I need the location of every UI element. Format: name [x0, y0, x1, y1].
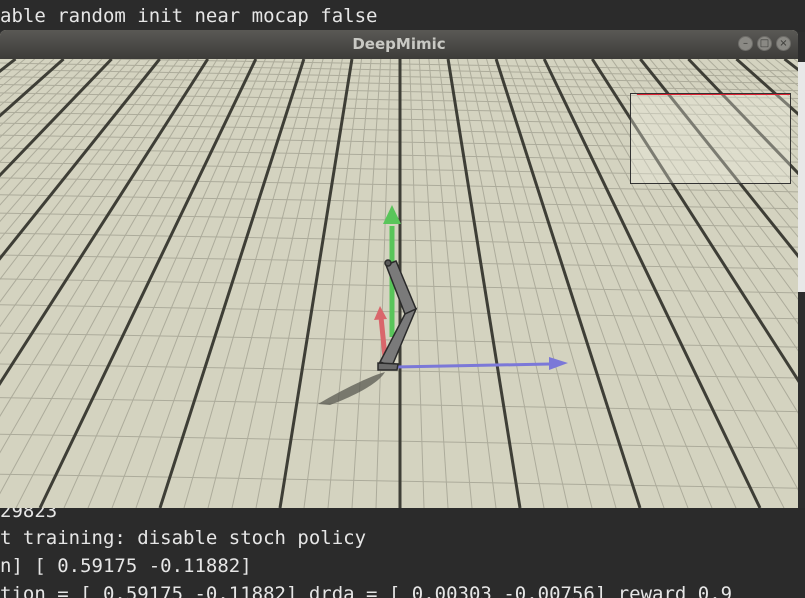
terminal-line: t training: disable stoch policy	[0, 527, 367, 549]
character-joint-top	[384, 259, 392, 267]
character-foot	[377, 362, 399, 371]
terminal-line: 29823	[0, 508, 58, 522]
minimize-button[interactable]: –	[738, 36, 753, 51]
minimap-reward-line	[637, 94, 790, 95]
window-title: DeepMimic	[352, 35, 446, 53]
close-button[interactable]: ×	[776, 36, 791, 51]
terminal-bottom: 29823 t training: disable stoch policy n…	[0, 508, 805, 598]
title-bar[interactable]: DeepMimic – □ ×	[0, 30, 798, 59]
deepmimic-window[interactable]: DeepMimic – □ ×	[0, 30, 798, 508]
maximize-button[interactable]: □	[757, 36, 772, 51]
terminal-line: n] [ 0.59175 -0.11882]	[0, 555, 252, 577]
terminal-top: able random init near mocap false	[0, 0, 805, 32]
terminal-line: able random init near mocap false	[0, 5, 378, 27]
minimap-panel	[630, 93, 791, 184]
terminal-line: tion = [ 0.59175 -0.11882] drda = [ 0.00…	[0, 583, 733, 598]
window-edge	[798, 62, 805, 292]
